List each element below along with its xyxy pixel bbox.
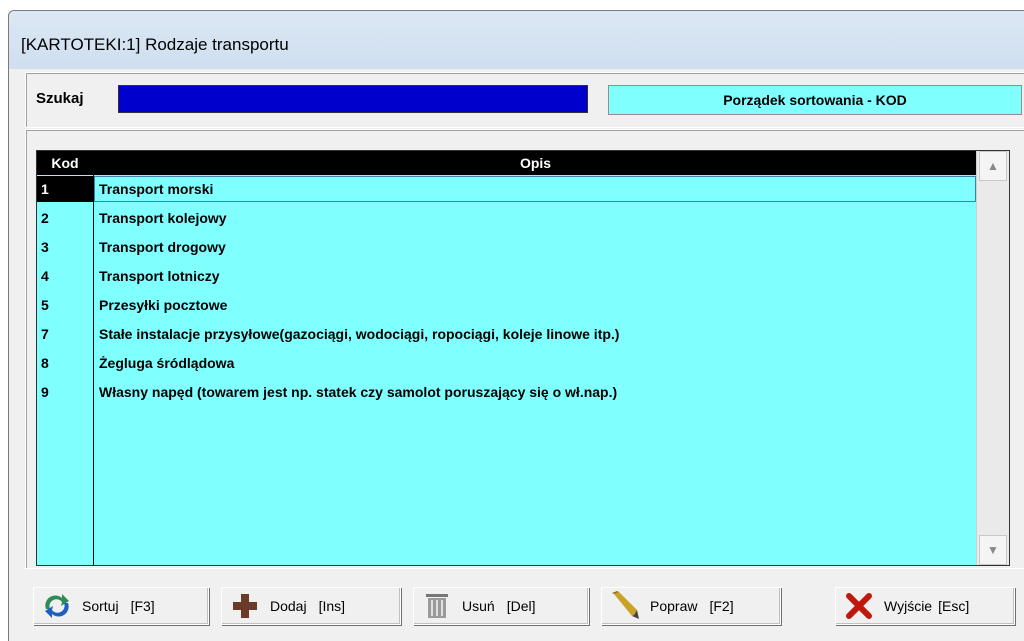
cell-opis: Transport kolejowy: [99, 210, 227, 226]
cell-kod: 5: [41, 297, 49, 313]
data-grid[interactable]: Kod Opis 1 Transport morski 2 Transport ko…: [36, 150, 1010, 566]
add-button[interactable]: Dodaj [Ins]: [221, 587, 401, 625]
table-row[interactable]: 8 Żegluga śródlądowa: [37, 349, 977, 378]
sort-button-key: [F3]: [130, 598, 155, 614]
window-title: [KARTOTEKI:1] Rodzaje transportu: [21, 35, 289, 54]
close-x-icon: [844, 591, 874, 621]
grid-rows: 1 Transport morski 2 Transport kolejowy 3 T…: [37, 175, 977, 407]
column-header-kod[interactable]: Kod: [37, 151, 93, 175]
vertical-scrollbar[interactable]: ▲ ▼: [976, 151, 1009, 565]
sort-arrows-icon: [42, 591, 72, 621]
table-row[interactable]: 3 Transport drogowy: [37, 233, 977, 262]
sort-button[interactable]: Sortuj [F3]: [33, 587, 209, 625]
sort-button-label: Sortuj: [82, 598, 119, 614]
table-panel: Kod Opis 1 Transport morski 2 Transport ko…: [25, 129, 1024, 569]
delete-button-key: [Del]: [506, 598, 536, 614]
plus-icon: [230, 591, 260, 621]
cell-opis: Przesyłki pocztowe: [99, 297, 228, 313]
edit-button[interactable]: Popraw [F2]: [601, 587, 781, 625]
pencil-icon: [610, 591, 640, 621]
search-input[interactable]: [118, 85, 588, 113]
trash-icon: [422, 591, 452, 621]
scroll-down-button[interactable]: ▼: [979, 535, 1007, 565]
table-row[interactable]: 5 Przesyłki pocztowe: [37, 291, 977, 320]
edit-button-label: Popraw: [650, 598, 698, 614]
add-button-label: Dodaj: [270, 598, 307, 614]
title-bar: [KARTOTEKI:1] Rodzaje transportu: [9, 11, 1024, 69]
bottom-toolbar: Sortuj [F3] Dodaj [Ins] Usuń [Del] Popra…: [25, 579, 1024, 629]
cell-kod: 4: [41, 268, 49, 284]
edit-button-key: [F2]: [709, 598, 734, 614]
cell-opis: Stałe instalacje przysyłowe(gazociągi, w…: [99, 326, 620, 342]
exit-button-key: [Esc]: [938, 598, 970, 614]
search-label: Szukaj: [36, 90, 84, 107]
cell-opis: Transport drogowy: [99, 239, 226, 255]
cell-kod: 7: [41, 326, 49, 342]
table-row[interactable]: 9 Własny napęd (towarem jest np. statek c…: [37, 378, 977, 407]
cell-opis: Żegluga śródlądowa: [99, 355, 235, 371]
search-bar: Szukaj Porządek sortowania - KOD: [25, 72, 1024, 128]
exit-button[interactable]: Wyjście [Esc]: [835, 587, 1015, 625]
sort-order-indicator: Porządek sortowania - KOD: [608, 85, 1022, 115]
delete-button-label: Usuń: [462, 598, 495, 614]
cell-kod: 2: [41, 210, 49, 226]
cell-kod: 1: [41, 181, 49, 197]
exit-button-label: Wyjście: [884, 598, 933, 614]
cell-opis: Własny napęd (towarem jest np. statek cz…: [99, 384, 618, 400]
cell-kod: 8: [41, 355, 49, 371]
cell-opis: Transport morski: [99, 181, 214, 197]
table-row[interactable]: 1 Transport morski: [37, 175, 977, 204]
cell-kod: 9: [41, 384, 49, 400]
table-row[interactable]: 4 Transport lotniczy: [37, 262, 977, 291]
delete-button[interactable]: Usuń [Del]: [413, 587, 589, 625]
cell-kod: 3: [41, 239, 49, 255]
add-button-key: [Ins]: [318, 598, 346, 614]
column-header-opis[interactable]: Opis: [94, 151, 977, 175]
scroll-up-button[interactable]: ▲: [979, 151, 1007, 181]
app-window: [KARTOTEKI:1] Rodzaje transportu Szukaj …: [8, 10, 1024, 641]
cell-opis: Transport lotniczy: [99, 268, 220, 284]
grid-header: Kod Opis: [37, 151, 977, 175]
table-row[interactable]: 2 Transport kolejowy: [37, 204, 977, 233]
table-row[interactable]: 7 Stałe instalacje przysyłowe(gazociągi,…: [37, 320, 977, 349]
